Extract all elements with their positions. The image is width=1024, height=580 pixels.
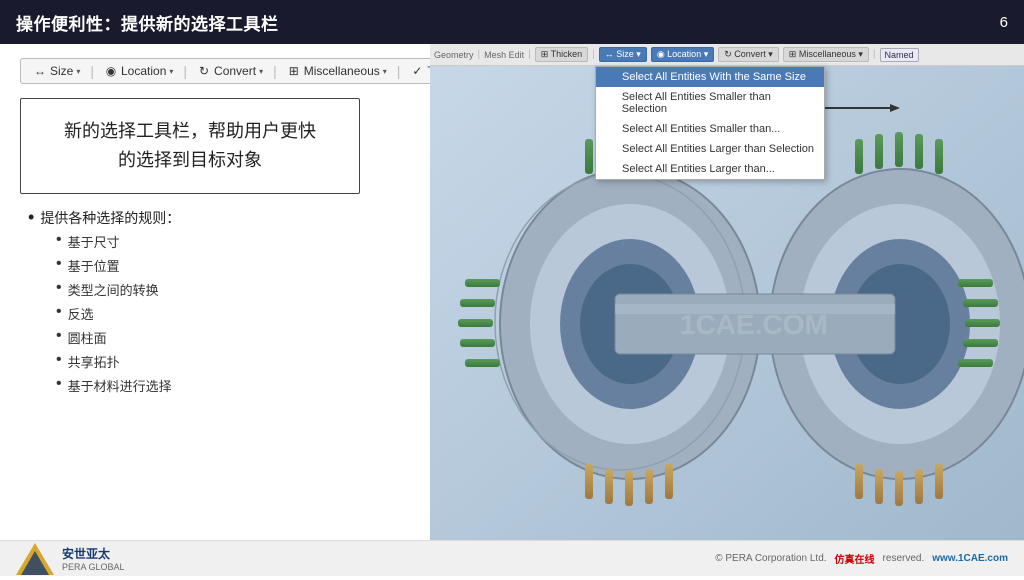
brand-english: PERA GLOBAL (62, 562, 125, 572)
bullet-sub-3: 类型之间的转换 (56, 280, 410, 299)
svg-text:1CAE.COM: 1CAE.COM (680, 309, 828, 340)
cad-toolbar-overlay[interactable]: Geometry | Mesh Edit | ⊞ Thicken | ↔ Siz… (430, 44, 1024, 66)
size-dropdown-arrow: ▾ (76, 67, 80, 76)
separator-1: | (90, 63, 94, 79)
size-toolbar-item[interactable]: ↔ Size ▾ (29, 63, 84, 79)
description-box: 新的选择工具栏，帮助用户更快 的选择到目标对象 (20, 98, 360, 194)
url-text: www.1CAE.com (932, 553, 1008, 564)
convert-toolbar-item[interactable]: ↻ Convert ▾ (193, 63, 267, 79)
bullet-sub-2: 基于位置 (56, 256, 410, 275)
dropdown-item-2[interactable]: Select All Entities Smaller than Selecti… (596, 87, 824, 119)
reserved-text: reserved. (883, 553, 925, 564)
arrow-svg (825, 98, 905, 118)
bullet-sub-1: 基于尺寸 (56, 232, 410, 251)
main-content: ↔ Size ▾ | ◉ Location ▾ | ↻ Convert ▾ | … (0, 44, 1024, 576)
dropdown-item-4[interactable]: Select All Entities Larger than Selectio… (596, 139, 824, 159)
location-toolbar-item[interactable]: ◉ Location ▾ (100, 63, 177, 79)
copyright-text: © PERA Corporation Ltd. (715, 553, 826, 564)
sub-bullet-list: 基于尺寸 基于位置 类型之间的转换 反选 圆柱面 共享拓扑 基于 (56, 232, 410, 395)
location-overlay-btn[interactable]: ◉ Location ▾ (651, 47, 714, 62)
slide-header: 操作便利性：提供新的选择工具栏 6 (0, 0, 1024, 44)
bullet-list: 提供各种选择的规则： 基于尺寸 基于位置 类型之间的转换 反选 圆柱面 (20, 208, 410, 400)
company-logo (16, 543, 54, 575)
misc-dropdown-arrow: ▾ (383, 67, 387, 76)
separator-3: | (273, 63, 277, 79)
bullet-sub-6: 共享拓扑 (56, 352, 410, 371)
convert-overlay-btn[interactable]: ↻ Convert ▾ (718, 47, 779, 62)
watermark-text: 仿真在线 (835, 551, 875, 566)
location-icon: ◉ (104, 64, 118, 78)
separator-2: | (183, 63, 187, 79)
brand-text-group: 安世亚太 PERA GLOBAL (62, 545, 125, 572)
named-badge[interactable]: Named (880, 48, 919, 62)
size-dropdown-menu: Select All Entities With the Same Size S… (595, 66, 825, 180)
cad-viewport: Geometry | Mesh Edit | ⊞ Thicken | ↔ Siz… (430, 44, 1024, 576)
misc-toolbar-item[interactable]: ⊞ Miscellaneous ▾ (283, 63, 391, 79)
left-panel: ↔ Size ▾ | ◉ Location ▾ | ↻ Convert ▾ | … (0, 44, 430, 576)
slide-footer: 安世亚太 PERA GLOBAL © PERA Corporation Ltd.… (0, 540, 1024, 576)
thicken-button[interactable]: ⊞ Thicken (535, 47, 588, 62)
location-dropdown-arrow: ▾ (169, 67, 173, 76)
size-icon: ↔ (33, 64, 47, 78)
description-text: 新的选择工具栏，帮助用户更快 的选择到目标对象 (37, 117, 343, 175)
dropdown-item-1[interactable]: Select All Entities With the Same Size (596, 67, 824, 87)
tolerances-icon: ✓ (410, 64, 424, 78)
misc-overlay-btn[interactable]: ⊞ Miscellaneous ▾ (783, 47, 869, 62)
brand-chinese: 安世亚太 (62, 545, 125, 562)
separator-4: | (397, 63, 401, 79)
geometry-label: Geometry (434, 50, 474, 60)
slide-title: 操作便利性：提供新的选择工具栏 (16, 10, 279, 35)
footer-copyright: © PERA Corporation Ltd. 仿真在线 reserved. w… (715, 551, 1008, 566)
size-overlay-btn[interactable]: ↔ Size ▾ (599, 47, 647, 62)
slide-number: 6 (1000, 14, 1008, 31)
selection-toolbar[interactable]: ↔ Size ▾ | ◉ Location ▾ | ↻ Convert ▾ | … (20, 58, 498, 84)
bullet-sub-7: 基于材料进行选择 (56, 376, 410, 395)
arrow-annotation (825, 98, 905, 123)
convert-dropdown-arrow: ▾ (259, 67, 263, 76)
mesh-edit-label: Mesh Edit (484, 50, 524, 60)
dropdown-item-5[interactable]: Select All Entities Larger than... (596, 159, 824, 179)
convert-icon: ↻ (197, 64, 211, 78)
footer-brand-area: 安世亚太 PERA GLOBAL (16, 543, 125, 575)
bullet-sub-4: 反选 (56, 304, 410, 323)
bullet-main-item: 提供各种选择的规则： (28, 208, 410, 228)
misc-icon: ⊞ (287, 64, 301, 78)
bullet-sub-5: 圆柱面 (56, 328, 410, 347)
dropdown-item-3[interactable]: Select All Entities Smaller than... (596, 119, 824, 139)
